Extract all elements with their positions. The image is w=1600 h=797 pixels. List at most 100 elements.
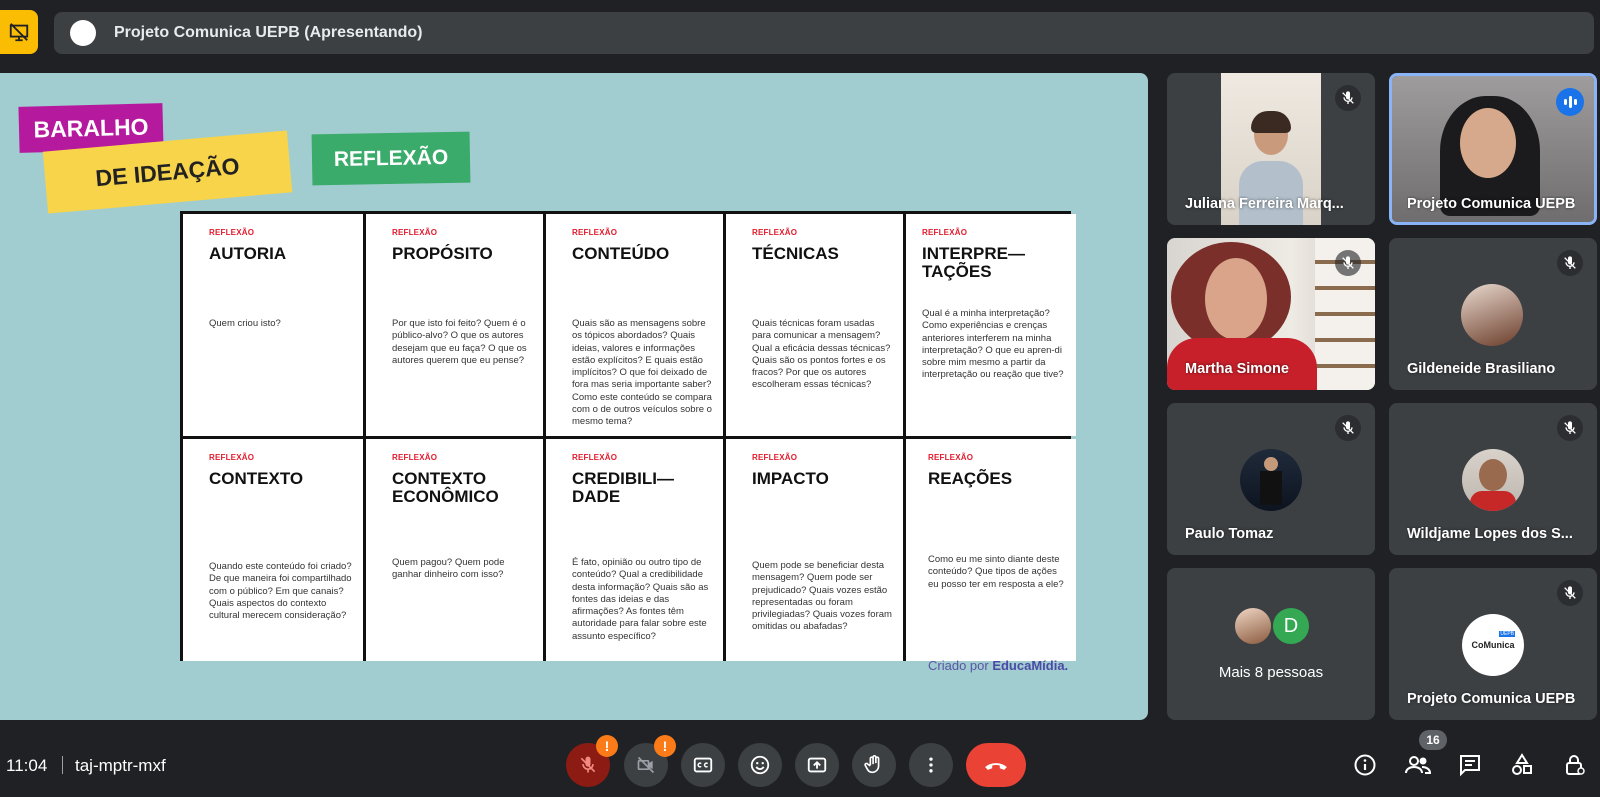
participant-tile[interactable]: Juliana Ferreira Marq... bbox=[1167, 73, 1375, 225]
more-people-label: Mais 8 pessoas bbox=[1218, 664, 1324, 681]
card-autoria: REFLEXÃO AUTORIA Quem criou isto? bbox=[183, 214, 363, 436]
comunica-logo bbox=[70, 20, 96, 46]
card-text: Qual é a minha interpretação? Como exper… bbox=[922, 308, 1064, 381]
participant-tile[interactable]: CoMunica UEPB Projeto Comunica UEPB bbox=[1389, 568, 1597, 720]
participant-tile[interactable]: Wildjame Lopes dos S... bbox=[1389, 403, 1597, 555]
card-text: Quem pode se beneficiar desta mensagem? … bbox=[752, 560, 892, 633]
participant-name: Gildeneide Brasiliano bbox=[1407, 361, 1556, 377]
card-reacoes: REFLEXÃO REAÇÕES Como eu me sinto diante… bbox=[906, 439, 1076, 661]
leave-call-button[interactable] bbox=[966, 743, 1026, 787]
participant-name: Juliana Ferreira Marq... bbox=[1185, 196, 1344, 212]
card-kicker: REFLEXÃO bbox=[392, 228, 438, 237]
card-text: Quais técnicas foram usadas para comunic… bbox=[752, 318, 891, 391]
meeting-details-button[interactable] bbox=[1350, 750, 1380, 780]
card-proposito: REFLEXÃO PROPÓSITO Por que isto foi feit… bbox=[366, 214, 543, 436]
avatar bbox=[1240, 449, 1302, 511]
card-kicker: REFLEXÃO bbox=[209, 228, 255, 237]
meeting-code: taj-mptr-mxf bbox=[75, 756, 166, 775]
avatar bbox=[1233, 606, 1273, 646]
more-participants-tile[interactable]: D Mais 8 pessoas bbox=[1167, 568, 1375, 720]
card-kicker: REFLEXÃO bbox=[572, 228, 618, 237]
captions-button[interactable] bbox=[681, 743, 725, 787]
card-interpretacoes: REFLEXÃO INTERPRE— TAÇÕES Qual é a minha… bbox=[906, 214, 1076, 436]
avatar-letter: D bbox=[1271, 606, 1311, 646]
presentation-banner: Projeto Comunica UEPB (Apresentando) bbox=[54, 12, 1594, 54]
camera-alert-badge: ! bbox=[654, 735, 676, 757]
card-text: Como eu me sinto diante deste conteúdo? … bbox=[928, 554, 1064, 590]
mic-off-icon bbox=[1564, 256, 1576, 269]
more-options-icon bbox=[929, 757, 933, 773]
host-controls-icon bbox=[1566, 755, 1585, 775]
participant-name: Wildjame Lopes dos S... bbox=[1407, 526, 1573, 542]
present-now-button[interactable] bbox=[795, 743, 839, 787]
card-contexto-economico: REFLEXÃO CONTEXTO ECONÔMICO Quem pagou? … bbox=[366, 439, 543, 661]
comunica-avatar: CoMunica UEPB bbox=[1462, 614, 1524, 676]
avatar bbox=[1462, 449, 1524, 511]
mic-alert-badge: ! bbox=[596, 735, 618, 757]
card-title: CONTEÚDO bbox=[572, 244, 670, 263]
participant-name: Projeto Comunica UEPB bbox=[1407, 196, 1576, 212]
stop-presenting-button[interactable] bbox=[0, 10, 38, 54]
card-title: INTERPRE— TAÇÕES bbox=[922, 244, 1025, 281]
card-kicker: REFLEXÃO bbox=[922, 228, 968, 237]
mic-toggle-button[interactable]: ! bbox=[566, 735, 618, 787]
stop-presenting-icon bbox=[9, 23, 29, 42]
card-text: É fato, opinião ou outro tipo de conteúd… bbox=[572, 557, 709, 642]
card-grid: REFLEXÃO AUTORIA Quem criou isto? REFLEX… bbox=[180, 211, 1076, 661]
credit-brand: EducaMídia. bbox=[992, 658, 1069, 673]
participant-tile[interactable]: Gildeneide Brasiliano bbox=[1389, 238, 1597, 390]
mic-off-indicator bbox=[1557, 580, 1583, 606]
card-kicker: REFLEXÃO bbox=[928, 453, 974, 462]
mic-off-indicator bbox=[1335, 415, 1361, 441]
card-kicker: REFLEXÃO bbox=[752, 228, 798, 237]
card-impacto: REFLEXÃO IMPACTO Quem pode se beneficiar… bbox=[726, 439, 903, 661]
mic-off-indicator bbox=[1557, 415, 1583, 441]
comunica-logo-badge: UEPB bbox=[1499, 631, 1515, 637]
people-button[interactable] bbox=[1403, 750, 1433, 780]
captions-icon bbox=[693, 757, 713, 773]
card-title: TÉCNICAS bbox=[752, 244, 839, 263]
card-kicker: REFLEXÃO bbox=[392, 453, 438, 462]
card-text: Quem criou isto? bbox=[209, 318, 281, 329]
tag-reflexao: REFLEXÃO bbox=[311, 131, 471, 186]
card-title: CONTEXTO bbox=[209, 469, 304, 488]
speaking-indicator bbox=[1556, 88, 1584, 116]
participant-tile[interactable]: Martha Simone bbox=[1167, 238, 1375, 390]
card-conteudo: REFLEXÃO CONTEÚDO Quais são as mensagens… bbox=[546, 214, 723, 436]
emoji-icon bbox=[750, 755, 770, 775]
divider bbox=[62, 756, 63, 774]
comunica-logo-text: CoMunica bbox=[1471, 640, 1515, 650]
activities-button[interactable] bbox=[1507, 750, 1537, 780]
host-controls-button[interactable] bbox=[1560, 750, 1590, 780]
mic-off-icon bbox=[1564, 421, 1576, 434]
card-title: PROPÓSITO bbox=[392, 244, 493, 263]
top-bar: Projeto Comunica UEPB (Apresentando) bbox=[0, 0, 1600, 66]
card-contexto: REFLEXÃO CONTEXTO Quando este conteúdo f… bbox=[183, 439, 363, 661]
card-text: Quais são as mensagens sobre os tópicos … bbox=[572, 318, 712, 428]
card-title: CONTEXTO ECONÔMICO bbox=[392, 469, 499, 506]
mic-off-indicator bbox=[1557, 250, 1583, 276]
avatar bbox=[1461, 284, 1523, 346]
card-credibilidade: REFLEXÃO CREDIBILI— DADE É fato, opinião… bbox=[546, 439, 723, 661]
camera-toggle-button[interactable]: ! bbox=[624, 735, 676, 787]
participant-tile[interactable]: Paulo Tomaz bbox=[1167, 403, 1375, 555]
participant-tile-active[interactable]: Projeto Comunica UEPB bbox=[1389, 73, 1597, 225]
participant-name: Projeto Comunica UEPB bbox=[1407, 691, 1576, 707]
presentation-title: Projeto Comunica UEPB (Apresentando) bbox=[114, 24, 423, 41]
activities-icon bbox=[1512, 753, 1532, 775]
more-options-button[interactable] bbox=[909, 743, 953, 787]
chat-icon bbox=[1460, 755, 1480, 777]
emoji-reactions-button[interactable] bbox=[738, 743, 782, 787]
present-icon bbox=[807, 757, 827, 773]
shared-slide: BARALHO DE IDEAÇÃO REFLEXÃO REFLEXÃO AUT… bbox=[0, 73, 1148, 720]
slide-credit: Criado por EducaMídia. bbox=[928, 658, 1068, 673]
chat-button[interactable] bbox=[1455, 750, 1485, 780]
mic-off-icon bbox=[580, 756, 596, 773]
mic-off-indicator bbox=[1335, 250, 1361, 276]
info-icon bbox=[1354, 754, 1376, 776]
hang-up-icon bbox=[985, 763, 1007, 770]
mic-off-icon bbox=[1342, 91, 1354, 104]
raise-hand-button[interactable] bbox=[852, 743, 896, 787]
card-title: AUTORIA bbox=[209, 244, 287, 263]
card-kicker: REFLEXÃO bbox=[752, 453, 798, 462]
